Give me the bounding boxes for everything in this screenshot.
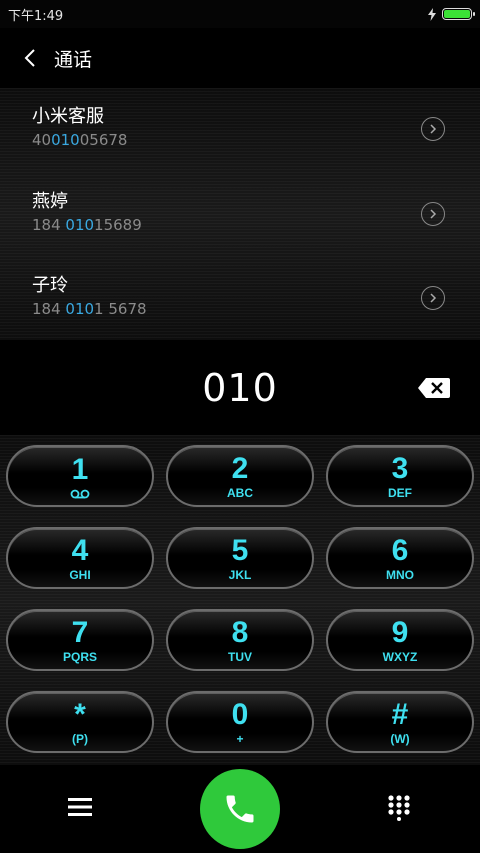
contact-number: 4001005678 xyxy=(32,131,128,149)
menu-icon[interactable] xyxy=(68,797,92,821)
key-hash[interactable]: # (W) xyxy=(326,691,474,753)
key-6[interactable]: 6 MNO xyxy=(326,527,474,589)
voicemail-icon xyxy=(70,489,90,498)
backspace-icon[interactable] xyxy=(418,378,450,402)
contact-number: 184 01015689 xyxy=(32,216,142,234)
list-item[interactable]: 子玲 184 0101 5678 xyxy=(0,256,480,340)
key-9[interactable]: 9 WXYZ xyxy=(326,609,474,671)
status-bar: 下午1:49 xyxy=(0,0,480,28)
dial-input-row: 010 xyxy=(0,350,480,430)
key-5[interactable]: 5 JKL xyxy=(166,527,314,589)
contact-detail-icon[interactable] xyxy=(421,117,445,141)
contact-name: 子玲 xyxy=(32,275,68,296)
dial-input[interactable]: 010 xyxy=(0,366,480,410)
header: 通话 xyxy=(0,28,480,88)
dialpad-icon[interactable] xyxy=(388,795,410,825)
contact-name: 小米客服 xyxy=(32,106,104,127)
key-2[interactable]: 2 ABC xyxy=(166,445,314,507)
key-3[interactable]: 3 DEF xyxy=(326,445,474,507)
charging-icon xyxy=(428,7,436,21)
key-4[interactable]: 4 GHI xyxy=(6,527,154,589)
phone-icon xyxy=(226,795,254,823)
list-item[interactable]: 燕婷 184 01015689 xyxy=(0,172,480,256)
call-button[interactable] xyxy=(200,769,280,849)
key-star[interactable]: * (P) xyxy=(6,691,154,753)
battery-icon xyxy=(442,8,475,20)
contact-list: 小米客服 4001005678 燕婷 184 01015689 子玲 184 0… xyxy=(0,88,480,340)
contact-name: 燕婷 xyxy=(32,191,68,212)
contact-detail-icon[interactable] xyxy=(421,286,445,310)
back-icon[interactable] xyxy=(10,38,50,78)
contact-number: 184 0101 5678 xyxy=(32,300,147,318)
status-time: 下午1:49 xyxy=(8,8,64,24)
key-8[interactable]: 8 TUV xyxy=(166,609,314,671)
key-1[interactable]: 1 xyxy=(6,445,154,507)
keypad: 1 2 ABC 3 DEF 4 GHI 5 JKL 6 MNO 7 PQRS 8… xyxy=(0,435,480,765)
status-icons xyxy=(428,7,475,21)
contact-detail-icon[interactable] xyxy=(421,202,445,226)
page-title: 通话 xyxy=(54,48,93,71)
key-7[interactable]: 7 PQRS xyxy=(6,609,154,671)
list-item[interactable]: 小米客服 4001005678 xyxy=(0,88,480,172)
bottom-bar xyxy=(0,765,480,853)
key-0[interactable]: 0 + xyxy=(166,691,314,753)
